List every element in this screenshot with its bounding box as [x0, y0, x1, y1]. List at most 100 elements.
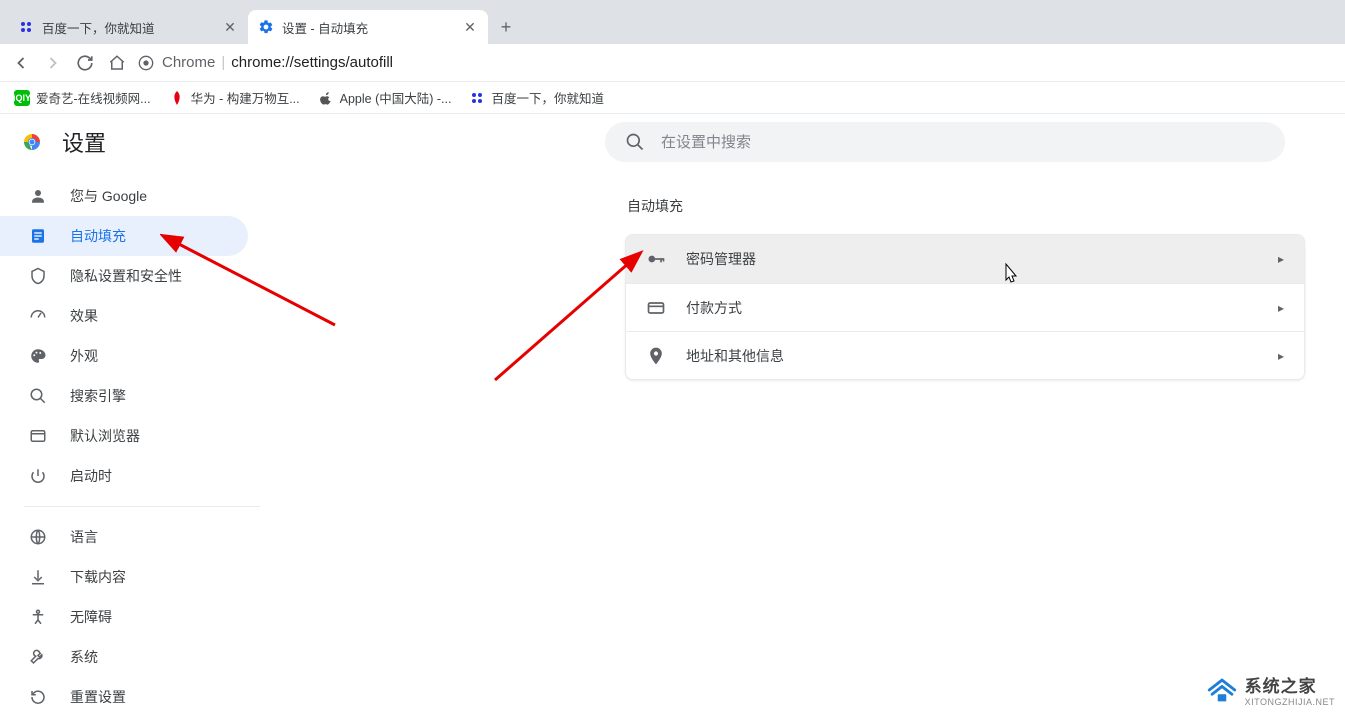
power-icon — [28, 466, 48, 486]
sidebar-item-downloads[interactable]: 下载内容 — [0, 557, 248, 597]
person-icon — [28, 186, 48, 206]
sidebar-item-label: 下载内容 — [70, 567, 126, 587]
forward-button[interactable] — [42, 52, 64, 74]
bookmark-huawei[interactable]: 华为 - 构建万物互... — [169, 88, 300, 107]
sidebar-item-label: 无障碍 — [70, 607, 112, 627]
sidebar-item-search-engine[interactable]: 搜索引擎 — [0, 376, 248, 416]
bookmarks-bar: iQIY 爱奇艺-在线视频网... 华为 - 构建万物互... Apple (中… — [0, 82, 1345, 114]
card-row-label: 付款方式 — [686, 298, 742, 318]
settings-sidebar: 您与 Google 自动填充 隐私设置和安全性 效果 外观 搜索引擎 默认浏览器 — [0, 170, 260, 715]
sidebar-item-performance[interactable]: 效果 — [0, 296, 248, 336]
search-icon — [28, 386, 48, 406]
card-row-passwords[interactable]: 密码管理器 ▸ — [626, 235, 1304, 283]
chevron-right-icon: ▸ — [1278, 349, 1284, 363]
sidebar-item-on-startup[interactable]: 启动时 — [0, 456, 248, 496]
tab-settings[interactable]: 设置 - 自动填充 ✕ — [248, 10, 488, 44]
baidu-favicon — [18, 19, 34, 35]
tab-strip: 百度一下，你就知道 ✕ 设置 - 自动填充 ✕ + — [0, 0, 1345, 44]
search-input[interactable] — [661, 134, 1265, 151]
baidu-icon — [469, 90, 485, 106]
sidebar-item-label: 重置设置 — [70, 687, 126, 707]
bookmark-label: 百度一下，你就知道 — [491, 88, 604, 107]
card-row-addresses[interactable]: 地址和其他信息 ▸ — [626, 331, 1304, 379]
sidebar-separator — [24, 506, 260, 507]
wrench-icon — [28, 647, 48, 667]
credit-card-icon — [646, 298, 666, 318]
bookmark-label: 华为 - 构建万物互... — [191, 88, 300, 107]
sidebar-item-accessibility[interactable]: 无障碍 — [0, 597, 248, 637]
sidebar-item-label: 自动填充 — [70, 226, 126, 246]
browser-icon — [28, 426, 48, 446]
sidebar-item-system[interactable]: 系统 — [0, 637, 248, 677]
sidebar-item-autofill[interactable]: 自动填充 — [0, 216, 248, 256]
sidebar-item-privacy[interactable]: 隐私设置和安全性 — [0, 256, 248, 296]
omnibox-prefix: Chrome — [162, 54, 215, 71]
back-button[interactable] — [10, 52, 32, 74]
omnibox-divider: | — [221, 54, 225, 71]
iqiyi-icon: iQIY — [14, 90, 30, 106]
shield-icon — [28, 266, 48, 286]
sidebar-item-default-browser[interactable]: 默认浏览器 — [0, 416, 248, 456]
sidebar-item-label: 隐私设置和安全性 — [70, 266, 182, 286]
bookmark-apple[interactable]: Apple (中国大陆) -... — [318, 88, 452, 107]
location-icon — [646, 346, 666, 366]
bookmark-baidu[interactable]: 百度一下，你就知道 — [469, 88, 604, 107]
autofill-icon — [28, 226, 48, 246]
sidebar-item-label: 启动时 — [70, 466, 112, 486]
card-row-label: 地址和其他信息 — [686, 346, 784, 366]
settings-search[interactable] — [605, 122, 1285, 162]
chevron-right-icon: ▸ — [1278, 301, 1284, 315]
card-row-label: 密码管理器 — [686, 249, 756, 269]
settings-content: 自动填充 密码管理器 ▸ 付款方式 ▸ 地址和其他信息 ▸ — [260, 170, 1345, 715]
close-icon[interactable]: ✕ — [462, 19, 478, 35]
sidebar-item-label: 效果 — [70, 306, 98, 326]
bookmark-iqiyi[interactable]: iQIY 爱奇艺-在线视频网... — [14, 88, 151, 107]
speedometer-icon — [28, 306, 48, 326]
chrome-page-icon — [138, 55, 154, 71]
sidebar-item-label: 默认浏览器 — [70, 426, 140, 446]
browser-toolbar: Chrome | chrome://settings/autofill — [0, 44, 1345, 82]
palette-icon — [28, 346, 48, 366]
tab-title: 设置 - 自动填充 — [282, 18, 462, 37]
new-tab-button[interactable]: + — [492, 13, 520, 41]
sidebar-item-label: 搜索引擎 — [70, 386, 126, 406]
chrome-logo-icon — [20, 130, 44, 154]
tab-baidu[interactable]: 百度一下，你就知道 ✕ — [8, 10, 248, 44]
bookmark-label: 爱奇艺-在线视频网... — [36, 88, 151, 107]
reload-button[interactable] — [74, 52, 96, 74]
reset-icon — [28, 687, 48, 707]
watermark-icon — [1205, 673, 1239, 707]
sidebar-item-you-and-google[interactable]: 您与 Google — [0, 176, 248, 216]
main-layout: 您与 Google 自动填充 隐私设置和安全性 效果 外观 搜索引擎 默认浏览器 — [0, 170, 1345, 715]
autofill-card: 密码管理器 ▸ 付款方式 ▸ 地址和其他信息 ▸ — [625, 234, 1305, 380]
globe-icon — [28, 527, 48, 547]
accessibility-icon — [28, 607, 48, 627]
download-icon — [28, 567, 48, 587]
address-bar[interactable]: Chrome | chrome://settings/autofill — [138, 54, 1335, 71]
watermark-title: 系统之家 — [1245, 672, 1335, 697]
page-title: 设置 — [62, 126, 106, 158]
settings-header: 设置 — [0, 114, 1345, 170]
sidebar-item-appearance[interactable]: 外观 — [0, 336, 248, 376]
gear-favicon — [258, 19, 274, 35]
close-icon[interactable]: ✕ — [222, 19, 238, 35]
apple-icon — [318, 90, 334, 106]
sidebar-item-label: 外观 — [70, 346, 98, 366]
tab-title: 百度一下，你就知道 — [42, 18, 222, 37]
key-icon — [646, 249, 666, 269]
home-button[interactable] — [106, 52, 128, 74]
sidebar-item-label: 系统 — [70, 647, 98, 667]
chevron-right-icon: ▸ — [1278, 252, 1284, 266]
search-icon — [625, 132, 645, 152]
sidebar-item-reset[interactable]: 重置设置 — [0, 677, 248, 715]
omnibox-url: chrome://settings/autofill — [231, 54, 393, 71]
sidebar-item-label: 语言 — [70, 527, 98, 547]
card-row-payments[interactable]: 付款方式 ▸ — [626, 283, 1304, 331]
sidebar-item-label: 您与 Google — [70, 186, 147, 206]
watermark-sub: XITONGZHIJIA.NET — [1245, 697, 1335, 707]
bookmark-label: Apple (中国大陆) -... — [340, 88, 452, 107]
sidebar-item-languages[interactable]: 语言 — [0, 517, 248, 557]
watermark: 系统之家 XITONGZHIJIA.NET — [1205, 672, 1335, 707]
huawei-icon — [169, 90, 185, 106]
section-title: 自动填充 — [627, 196, 1345, 216]
